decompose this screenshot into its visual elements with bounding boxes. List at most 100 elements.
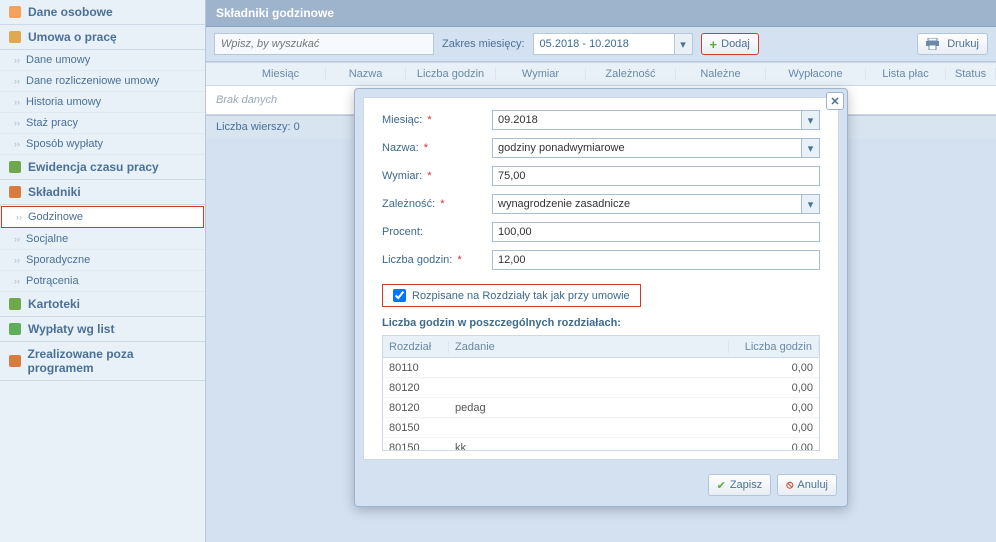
field-label-nazwa: Nazwa: * (382, 142, 492, 154)
sidebar-item-label: Socjalne (26, 233, 68, 245)
chevron-down-icon[interactable]: ▾ (801, 111, 819, 129)
chevron-right-icon: ›› (14, 76, 20, 86)
cell-rozdzial: 80120 (383, 382, 449, 394)
chevron-down-icon[interactable]: ▾ (801, 139, 819, 157)
sidebar-item-sposób-wypłaty[interactable]: ››Sposób wypłaty (0, 134, 205, 155)
sub-row[interactable]: 80150kk0,00 (383, 438, 819, 450)
grid-col-8[interactable]: Lista płac (866, 68, 946, 80)
sidebar-section-label: Dane osobowe (28, 5, 113, 19)
sidebar-section-4[interactable]: Kartoteki (0, 292, 205, 317)
sidebar-item-historia-umowy[interactable]: ››Historia umowy (0, 92, 205, 113)
chevron-right-icon: ›› (14, 234, 20, 244)
sidebar-section-label: Zrealizowane poza programem (28, 347, 197, 375)
list-icon (8, 185, 22, 199)
sidebar-item-dane-umowy[interactable]: ››Dane umowy (0, 50, 205, 71)
field-input-liczba_godzin[interactable] (492, 250, 820, 270)
field-combo-zaleznosc[interactable]: ▾ (492, 194, 820, 214)
plus-icon: + (710, 37, 718, 52)
field-label-liczba_godzin: Liczba godzin: * (382, 254, 492, 266)
sidebar-item-socjalne[interactable]: ›› Socjalne (0, 229, 205, 250)
sidebar-section-1[interactable]: Umowa o pracę (0, 25, 205, 50)
sub-grid-body[interactable]: 801100,00801200,0080120pedag0,00801500,0… (383, 358, 819, 450)
grid-col-5[interactable]: Zależność (586, 68, 676, 80)
sidebar-item-potrącenia[interactable]: ››Potrącenia (0, 271, 205, 292)
field-input-nazwa[interactable] (493, 139, 801, 157)
cell-zadanie: kk (449, 442, 729, 451)
cell-lg: 0,00 (729, 402, 819, 414)
grid-col-4[interactable]: Wymiar (496, 68, 586, 80)
sidebar-item-label: Godzinowe (28, 211, 83, 223)
grid-col-7[interactable]: Wypłacone (766, 68, 866, 80)
close-icon[interactable]: ✕ (826, 92, 844, 110)
check-icon: ✔ (717, 479, 726, 492)
cancel-button[interactable]: ⦸ Anuluj (777, 474, 837, 496)
sidebar-item-staż-pracy[interactable]: ›› Staż pracy (0, 113, 205, 134)
field-label-miesiac: Miesiąc: * (382, 114, 492, 126)
sidebar-item-godzinowe[interactable]: ››Godzinowe (1, 206, 204, 228)
sub-col-lg: Liczba godzin (729, 341, 819, 353)
grid-col-9[interactable]: Status (946, 68, 996, 80)
grid-col-1[interactable]: Miesiąc (236, 68, 326, 80)
sidebar-section-0[interactable]: Dane osobowe (0, 0, 205, 25)
print-button[interactable]: Drukuj (917, 33, 988, 55)
chevron-right-icon: ›› (14, 118, 20, 128)
sub-row[interactable]: 80120 0,00 (383, 378, 819, 398)
sidebar-section-label: Umowa o pracę (28, 30, 117, 44)
cell-rozdzial: 80150 (383, 422, 449, 434)
cell-lg: 0,00 (729, 442, 819, 451)
field-row-nazwa: Nazwa: * ▾ (382, 138, 820, 158)
field-input-procent[interactable] (492, 222, 820, 242)
save-button[interactable]: ✔ Zapisz (708, 474, 772, 496)
sub-row[interactable]: 801100,00 (383, 358, 819, 378)
cell-lg: 0,00 (729, 362, 819, 374)
field-combo-miesiac[interactable]: ▾ (492, 110, 820, 130)
save-button-label: Zapisz (730, 479, 762, 491)
field-input-zaleznosc[interactable] (493, 195, 801, 213)
field-row-zaleznosc: Zależność: * ▾ (382, 194, 820, 214)
sidebar-section-label: Kartoteki (28, 297, 80, 311)
chevron-right-icon: ›› (14, 97, 20, 107)
chevron-down-icon[interactable]: ▾ (801, 195, 819, 213)
sidebar-section-2[interactable]: Ewidencja czasu pracy (0, 155, 205, 180)
panel-title: Składniki godzinowe (206, 0, 996, 27)
field-combo-nazwa[interactable]: ▾ (492, 138, 820, 158)
field-label-zaleznosc: Zależność: * (382, 198, 492, 210)
chevron-down-icon[interactable]: ▾ (674, 34, 692, 54)
cell-lg: 0,00 (729, 422, 819, 434)
chevron-right-icon: ›› (14, 139, 20, 149)
edit-dialog: ✕ Miesiąc: * ▾ Nazwa: * ▾ Wymiar: * Zależność… (354, 88, 848, 507)
printer-icon (926, 38, 939, 50)
sidebar-section-6[interactable]: Zrealizowane poza programem (0, 342, 205, 381)
field-label-procent: Procent: (382, 226, 492, 238)
grid-col-6[interactable]: Należne (676, 68, 766, 80)
clock-icon (8, 160, 22, 174)
sidebar-section-label: Ewidencja czasu pracy (28, 160, 159, 174)
sub-row[interactable]: 80150 0,00 (383, 418, 819, 438)
field-row-procent: Procent: (382, 222, 820, 242)
rozpisane-checkbox-wrap[interactable]: Rozpisane na Rozdziały tak jak przy umow… (382, 284, 641, 307)
sub-row[interactable]: 80120pedag0,00 (383, 398, 819, 418)
sidebar-item-label: Potrącenia (26, 275, 79, 287)
sidebar-section-label: Wypłaty wg list (28, 322, 114, 336)
field-input-wymiar[interactable] (492, 166, 820, 186)
field-row-wymiar: Wymiar: * (382, 166, 820, 186)
field-input-miesiac[interactable] (493, 111, 801, 129)
sidebar-section-3[interactable]: Składniki (0, 180, 205, 205)
cell-lg: 0,00 (729, 382, 819, 394)
sidebar-item-label: Dane umowy (26, 54, 90, 66)
rozpisane-checkbox[interactable] (393, 289, 406, 302)
grid-col-3[interactable]: Liczba godzin (406, 68, 496, 80)
add-button[interactable]: + Dodaj (701, 33, 759, 55)
sidebar-item-dane-rozliczeniowe-umowy[interactable]: ››Dane rozliczeniowe umowy (0, 71, 205, 92)
date-range-combo[interactable]: ▾ (533, 33, 693, 55)
date-range-input[interactable] (534, 34, 674, 54)
grid-header: MiesiącNazwaLiczba godzinWymiarZależność… (206, 62, 996, 86)
person-icon (8, 5, 22, 19)
sidebar-section-5[interactable]: Wypłaty wg list (0, 317, 205, 342)
cancel-button-label: Anuluj (797, 479, 828, 491)
sidebar-item-sporadyczne[interactable]: ››Sporadyczne (0, 250, 205, 271)
field-row-miesiac: Miesiąc: * ▾ (382, 110, 820, 130)
search-input[interactable] (214, 33, 434, 55)
sidebar-item-label: Staż pracy (26, 117, 78, 129)
grid-col-2[interactable]: Nazwa (326, 68, 406, 80)
